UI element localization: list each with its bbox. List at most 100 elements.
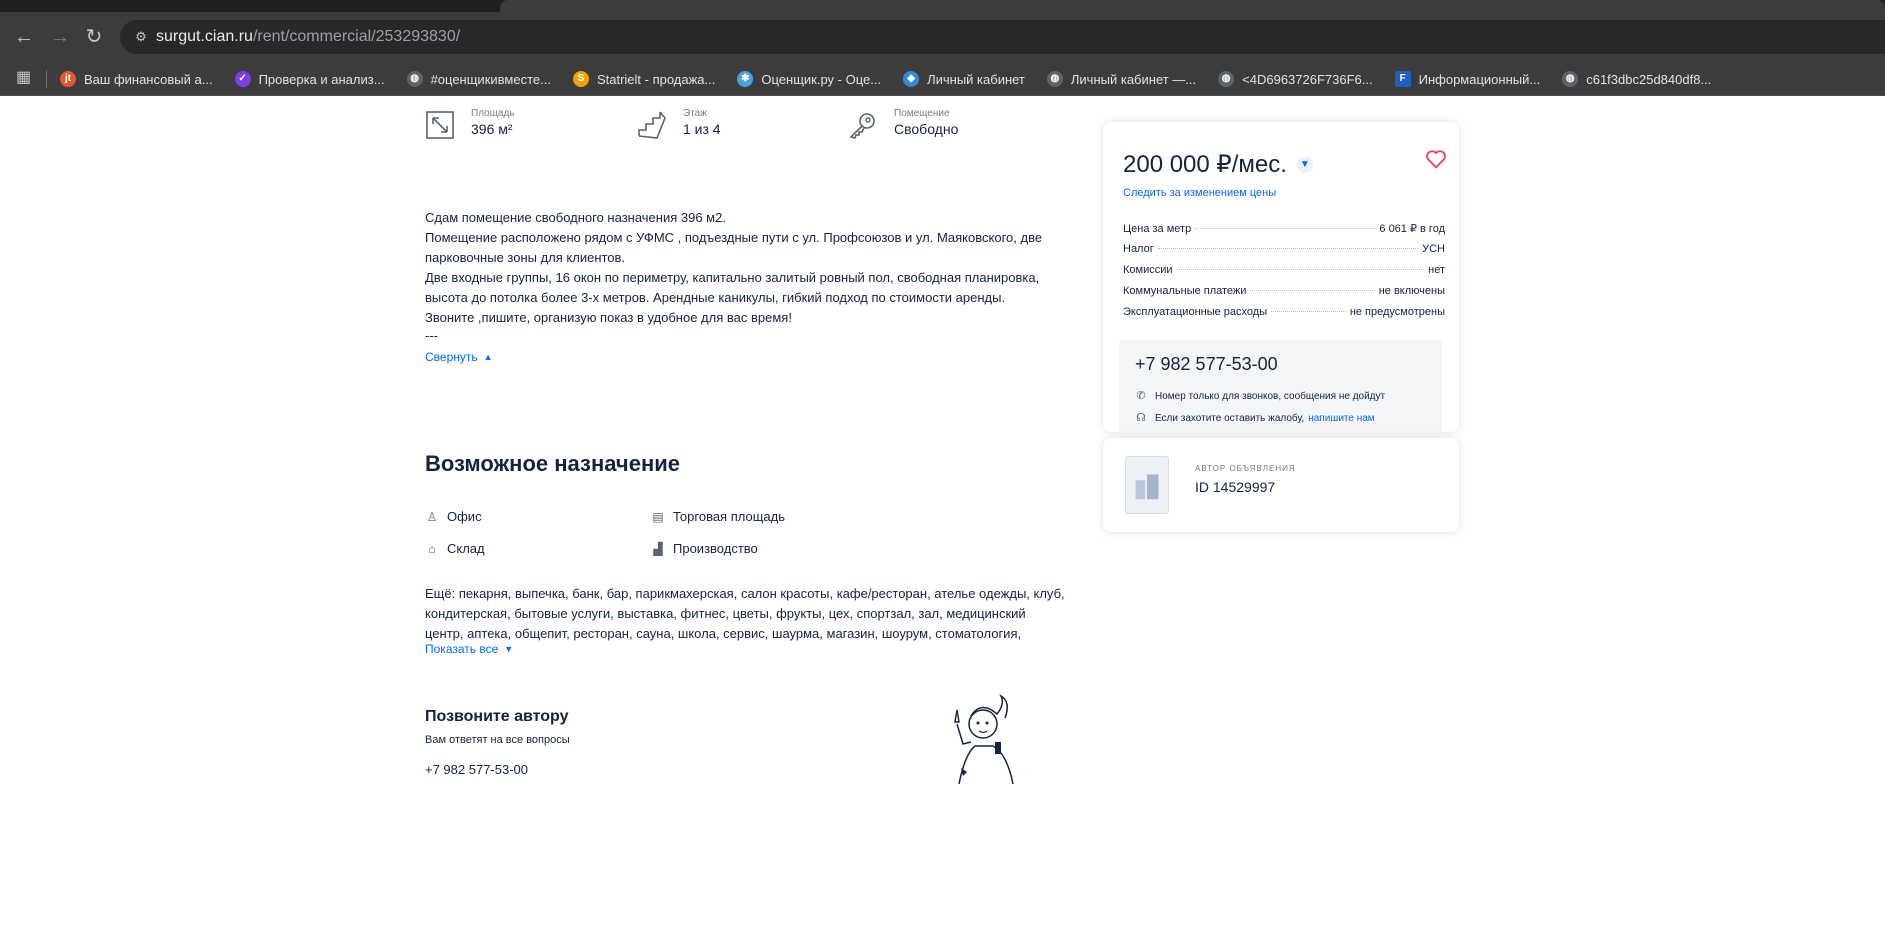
purpose-more-line: кондитерская, бытовые услуги, выставка, …: [425, 606, 1026, 621]
purpose-label: Склад: [447, 541, 485, 556]
stat-area-value: 396 м²: [471, 121, 513, 137]
calls-only-text: Номер только для звонков, сообщения не д…: [1155, 390, 1386, 402]
active-tab[interactable]: [500, 0, 1885, 12]
bookmark-item[interactable]: jt Ваш финансовый а...: [60, 71, 213, 87]
reload-icon[interactable]: ↻: [82, 25, 106, 49]
watch-price-link[interactable]: Следить за изменением цены: [1123, 187, 1276, 199]
globe-icon: ◍: [1218, 71, 1235, 87]
purpose-more-text: Ещё: пекарня, выпечка, банк, бар, парикм…: [425, 584, 1065, 644]
description-line: парковочные зоны для клиентов.: [425, 250, 626, 265]
description: Сдам помещение свободного назначения 396…: [425, 208, 1065, 328]
bookmark-label: Информационный...: [1418, 71, 1541, 87]
bookmark-item[interactable]: ◆ Личный кабинет: [903, 71, 1025, 87]
bookmark-item[interactable]: ◍ <4D6963726F736F6...: [1218, 71, 1373, 87]
description-line: Помещение расположено рядом с УФМС , под…: [425, 230, 1043, 245]
browser-toolbar: ← → ↻ ⚙ surgut.cian.ru/rent/commercial/2…: [0, 12, 1885, 62]
description-line: Две входные группы, 16 окон по периметру…: [425, 270, 1040, 285]
purpose-item-warehouse: ⌂ Склад: [425, 541, 485, 556]
bookmark-item[interactable]: F Информационный...: [1394, 71, 1541, 87]
collapse-label: Свернуть: [425, 350, 478, 364]
author-role: АВТОР ОБЪЯВЛЕНИЯ: [1195, 464, 1296, 473]
back-arrow-icon[interactable]: ←: [12, 25, 36, 49]
collapse-description-link[interactable]: Свернуть ▲: [425, 350, 493, 364]
bookmark-label: Проверка и анализ...: [258, 71, 385, 87]
price-card: 200 000 ₽/мес. ▼ Следить за изменением ц…: [1103, 122, 1459, 437]
term-row: Коммунальные платежи не включены: [1123, 285, 1445, 306]
site-settings-icon[interactable]: ⚙: [132, 28, 150, 46]
term-key: Коммунальные платежи: [1123, 285, 1247, 297]
bookmark-label: Личный кабинет —...: [1070, 71, 1197, 87]
purpose-list: ♙ Офис ▤ Торговая площадь ⌂ Склад ▟ Прои…: [425, 509, 1065, 569]
building-icon: [1135, 474, 1159, 500]
bookmark-item[interactable]: S Statrielt - продажа...: [572, 71, 716, 87]
page-content: Площадь 396 м² Этаж 1 из 4 Помещение Сво…: [0, 96, 1885, 941]
stairs-icon: [638, 111, 666, 139]
term-dots: [1176, 269, 1425, 270]
description-line: Сдам помещение свободного назначения 396…: [425, 210, 726, 225]
url-host: surgut.cian.ru: [156, 28, 253, 45]
bookmarks-divider: [46, 70, 47, 88]
shield-icon: ◆: [903, 71, 920, 87]
show-all-label: Показать все: [425, 642, 499, 656]
bookmark-item[interactable]: ◍ c61f3dbc25d840df8...: [1562, 71, 1711, 87]
author-id[interactable]: ID 14529997: [1195, 479, 1275, 495]
phone-icon: ✆: [1136, 390, 1146, 402]
complaint-text: Если захотите оставить жалобу,: [1155, 412, 1305, 424]
term-row: Налог УСН: [1123, 243, 1445, 264]
term-key: Налог: [1123, 243, 1154, 255]
purpose-more-line: центр, аптека, общепит, ресторан, сауна,…: [425, 626, 1022, 641]
description-line: высота до потолка более 3-х метров. Арен…: [425, 290, 1006, 305]
show-all-link[interactable]: Показать все ▼: [425, 642, 513, 656]
bookmarks-list: jt Ваш финансовый а... ✓ Проверка и анализ…: [60, 62, 1711, 95]
term-row: Цена за метр 6 061 ₽ в год: [1123, 222, 1445, 243]
price-row: 200 000 ₽/мес. ▼: [1123, 150, 1313, 179]
seller-phone[interactable]: +7 982 577-53-00: [1135, 354, 1278, 375]
chevron-up-icon: ▲: [483, 352, 493, 362]
stat-room-label: Помещение: [894, 108, 950, 119]
url-text[interactable]: surgut.cian.ru/rent/commercial/253293830…: [156, 28, 460, 46]
call-author-phone[interactable]: +7 982 577-53-00: [425, 762, 528, 777]
write-us-link[interactable]: напишите нам: [1308, 413, 1374, 424]
author-card[interactable]: АВТОР ОБЪЯВЛЕНИЯ ID 14529997: [1103, 438, 1459, 532]
term-value: нет: [1428, 264, 1445, 276]
bookmark-item[interactable]: ✱ Оценщик.ру - Оце...: [737, 71, 881, 87]
term-value: УСН: [1422, 243, 1445, 255]
bookmark-label: Statrielt - продажа...: [596, 71, 716, 87]
bookmark-item[interactable]: ✓ Проверка и анализ...: [234, 71, 385, 87]
call-author-subtitle: Вам ответят на все вопросы: [425, 734, 570, 746]
phone-box: +7 982 577-53-00 ✆ Номер только для звон…: [1119, 340, 1442, 437]
term-value: не включены: [1378, 285, 1445, 297]
term-dots: [1195, 228, 1376, 229]
address-bar[interactable]: ⚙ surgut.cian.ru/rent/commercial/2532938…: [120, 20, 1885, 54]
globe-icon: ◍: [1562, 71, 1579, 87]
term-value: 6 061 ₽ в год: [1379, 223, 1445, 235]
price-details-chevron-icon[interactable]: ▼: [1296, 156, 1313, 173]
purpose-label: Торговая площадь: [673, 509, 785, 524]
price-terms: Цена за метр 6 061 ₽ в год Налог УСН Комис…: [1123, 222, 1445, 327]
bookmark-label: #оценщикивместе...: [430, 71, 551, 87]
stat-room-value: Свободно: [894, 121, 959, 137]
bookmark-item[interactable]: ◍ #оценщикивместе...: [406, 71, 551, 87]
apps-grid-icon[interactable]: ▦: [16, 69, 34, 87]
snowflake-icon: ✱: [737, 71, 754, 87]
forward-arrow-icon[interactable]: →: [48, 25, 72, 49]
heart-icon[interactable]: [1425, 148, 1447, 170]
headset-icon: ☊: [1136, 412, 1146, 424]
jt-icon: jt: [60, 71, 76, 87]
bookmark-item[interactable]: ◍ Личный кабинет —...: [1046, 71, 1197, 87]
chevron-down-icon: ▼: [504, 644, 514, 654]
shop-icon: ▤: [652, 509, 664, 524]
foo-icon: F: [1394, 71, 1411, 87]
term-dots: [1250, 290, 1375, 291]
stat-area-label: Площадь: [471, 108, 515, 119]
globe-icon: ◍: [1046, 71, 1063, 87]
term-dots: [1271, 311, 1346, 312]
description-line: Звоните ,пишите, организую показ в удобн…: [425, 310, 792, 325]
check-icon: ✓: [234, 71, 251, 87]
purpose-title: Возможное назначение: [425, 451, 680, 476]
call-author-title: Позвоните автору: [425, 708, 569, 725]
term-key: Эксплуатационные расходы: [1123, 306, 1268, 318]
globe-icon: ◍: [406, 71, 423, 87]
author-avatar[interactable]: [1125, 456, 1169, 514]
term-key: Комиссии: [1123, 264, 1173, 276]
